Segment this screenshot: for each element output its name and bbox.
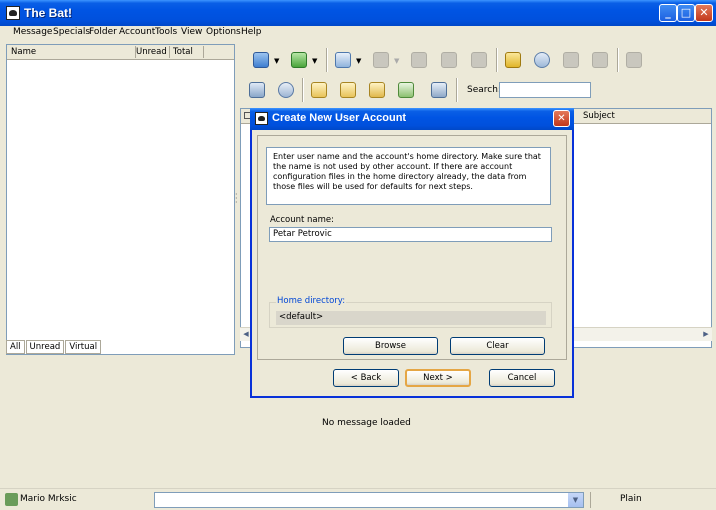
home-directory-label: Home directory:	[276, 296, 347, 306]
account-name-input[interactable]: Petar Petrovic	[269, 227, 552, 242]
status-bar: Mario Mrksic ▼ Plain	[0, 488, 716, 510]
find-icon[interactable]	[531, 49, 553, 71]
splitter-grip-icon: · · ·	[235, 190, 238, 207]
home-directory-value: <default>	[276, 311, 546, 325]
status-mode-label: Plain	[620, 494, 642, 504]
home-directory-group: Home directory: <default>	[269, 296, 552, 328]
menu-account[interactable]: Account	[119, 27, 155, 37]
minimize-button[interactable]: _	[659, 4, 677, 22]
filter-icon[interactable]	[366, 79, 388, 101]
menu-view[interactable]: View	[181, 27, 202, 37]
dialog-title: Create New User Account	[272, 112, 407, 124]
back-button[interactable]: < Back	[333, 369, 399, 387]
chevron-down-icon[interactable]: ▼	[356, 57, 361, 65]
chevron-down-icon[interactable]: ▼	[394, 57, 399, 65]
scroll-right-icon[interactable]: ▶	[700, 329, 712, 340]
new-message-icon[interactable]: ▼	[332, 49, 361, 71]
tab-all[interactable]: All	[6, 340, 25, 354]
create-account-dialog: Create New User Account ✕ Enter user nam…	[250, 108, 574, 398]
address-book-icon[interactable]	[502, 49, 524, 71]
window-titlebar[interactable]: The Bat! _ □ ✕	[0, 0, 716, 26]
browse-button[interactable]: Browse	[343, 337, 438, 355]
print-icon[interactable]	[560, 49, 582, 71]
sorting-office-icon[interactable]	[428, 79, 450, 101]
menu-tools[interactable]: Tools	[155, 27, 177, 37]
get-mail-icon[interactable]: ▼	[250, 49, 279, 71]
maximize-button[interactable]: □	[677, 4, 695, 22]
tab-virtual[interactable]: Virtual	[65, 340, 102, 354]
inbox-icon[interactable]	[246, 79, 268, 101]
menu-help[interactable]: Help	[241, 27, 262, 37]
tab-unread[interactable]: Unread	[25, 340, 65, 354]
forward-icon[interactable]	[438, 49, 460, 71]
column-total[interactable]: Total	[173, 47, 193, 57]
dialog-titlebar[interactable]: Create New User Account ✕	[250, 108, 574, 130]
no-message-label: No message loaded	[322, 418, 411, 428]
status-mode: Plain	[590, 492, 710, 508]
account-properties-icon[interactable]	[395, 79, 417, 101]
menu-folder[interactable]: Folder	[89, 27, 117, 37]
close-button[interactable]: ✕	[695, 4, 713, 22]
dialog-info-text: Enter user name and the account's home d…	[266, 147, 551, 205]
folder-columns-header: Name Unread Total	[7, 45, 234, 60]
new-folder-icon[interactable]	[308, 79, 330, 101]
toolbar-folders	[242, 76, 462, 108]
column-unread[interactable]: Unread	[136, 47, 167, 57]
send-mail-icon[interactable]: ▼	[288, 49, 317, 71]
folder-view-tabs: All Unread Virtual	[6, 340, 102, 354]
column-subject[interactable]: Subject	[583, 111, 615, 121]
search-input[interactable]	[499, 82, 591, 98]
redirect-icon[interactable]	[468, 49, 490, 71]
dialog-close-button[interactable]: ✕	[553, 110, 570, 127]
column-name[interactable]: Name	[11, 47, 36, 57]
folder-tree[interactable]: Name Unread Total	[6, 44, 235, 355]
clear-button[interactable]: Clear	[450, 337, 545, 355]
user-icon	[5, 493, 18, 506]
next-button[interactable]: Next >	[405, 369, 471, 387]
chevron-down-icon[interactable]: ▼	[568, 493, 583, 507]
scheduler-icon[interactable]	[275, 79, 297, 101]
save-icon[interactable]	[589, 49, 611, 71]
reply-all-icon[interactable]	[408, 49, 430, 71]
bat-logo-icon	[255, 112, 268, 125]
menu-specials[interactable]: Specials	[53, 27, 90, 37]
window-title: The Bat!	[24, 6, 72, 20]
status-user: Mario Mrksic	[20, 494, 77, 504]
toolbar-main: ▼ ▼ ▼ ▼	[242, 44, 712, 76]
account-name-label: Account name:	[270, 215, 334, 225]
folder-properties-icon[interactable]	[337, 79, 359, 101]
menu-options[interactable]: Options	[206, 27, 241, 37]
chevron-down-icon[interactable]: ▼	[312, 57, 317, 65]
menu-message[interactable]: Message	[13, 27, 52, 37]
search-label: Search:	[467, 85, 501, 95]
status-combo[interactable]: ▼	[154, 492, 584, 508]
reply-icon[interactable]: ▼	[370, 49, 399, 71]
chevron-down-icon[interactable]: ▼	[274, 57, 279, 65]
bat-logo-icon	[6, 6, 20, 20]
menu-bar: Message Specials Folder Account Tools Vi…	[0, 26, 716, 41]
delete-icon[interactable]	[623, 49, 645, 71]
cancel-button[interactable]: Cancel	[489, 369, 555, 387]
